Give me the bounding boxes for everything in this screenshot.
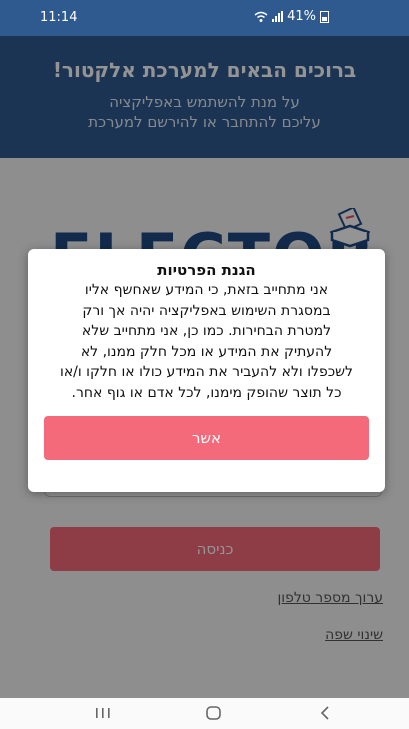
status-icons: 41% bbox=[254, 9, 329, 24]
battery-icon bbox=[320, 10, 329, 23]
status-bar: 11:14 41% bbox=[0, 0, 409, 36]
dialog-body-line: אני מתחייב בזאת, כי המידע שאחשף אליו bbox=[84, 282, 329, 298]
dialog-title: הגנת הפרטיות bbox=[157, 261, 256, 279]
recent-apps-icon[interactable] bbox=[83, 702, 123, 724]
wifi-icon bbox=[254, 11, 268, 22]
battery-percent: 41% bbox=[287, 9, 316, 24]
signal-icon bbox=[272, 11, 284, 22]
dialog-body-line: למטרת הבחירות. כמו כן, אני מתחייב שלא bbox=[81, 323, 332, 339]
dialog-body-line: להעתיק את המידע או מכל חלק ממנו, לא bbox=[80, 343, 333, 360]
app-screen: 11:14 41% ברוכים הבאים למערכת אלקטור! על… bbox=[0, 0, 409, 729]
dialog-body-line: כל תוצר שהופק מימנו, לכל אדם או גוף אחר. bbox=[71, 384, 342, 401]
dialog-body: אני מתחייב בזאת, כי המידע שאחשף אליו במס… bbox=[38, 280, 375, 403]
dialog-body-line: לשכפלו ולא להעביר את המידע כולו או חלקו … bbox=[60, 364, 353, 380]
navigation-bar bbox=[0, 698, 409, 729]
confirm-button[interactable]: אשר bbox=[44, 416, 369, 460]
privacy-dialog: הגנת הפרטיות אני מתחייב בזאת, כי המידע ש… bbox=[28, 249, 385, 492]
back-icon[interactable] bbox=[305, 702, 345, 724]
home-icon[interactable] bbox=[194, 702, 234, 724]
dialog-body-line: במסגרת השימוש באפליקציה יהיה אך ורק bbox=[82, 302, 331, 319]
status-time: 11:14 bbox=[40, 10, 78, 25]
